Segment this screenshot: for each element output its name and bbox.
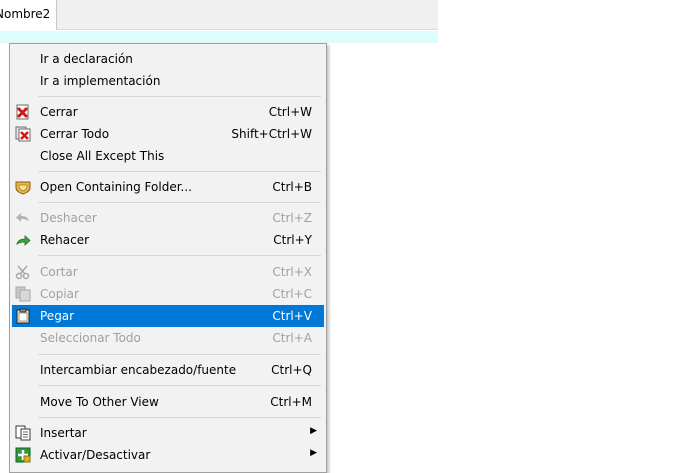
menu-item-shortcut: Ctrl+Y — [273, 233, 312, 247]
menu-item-label: Cerrar Todo — [40, 127, 110, 141]
menu-item-shortcut: Ctrl+M — [270, 395, 312, 409]
menu-item-shortcut: Ctrl+Q — [271, 363, 312, 377]
menu-item-label: Intercambiar encabezado/fuente — [40, 363, 237, 377]
menu-item-label: Rehacer — [40, 233, 90, 247]
toggle-icon — [15, 447, 31, 463]
menu-item-label: Ir a declaración — [40, 52, 133, 66]
tab-label: Nombre2 — [0, 7, 51, 21]
menu-item-label: Move To Other View — [40, 395, 159, 409]
menu-item-deshacer[interactable]: Deshacer Ctrl+Z — [12, 207, 324, 229]
menu-item-cortar[interactable]: Cortar Ctrl+X — [12, 261, 324, 283]
menu-item-shortcut: Ctrl+W — [268, 105, 312, 119]
menu-item-copiar[interactable]: Copiar Ctrl+C — [12, 283, 324, 305]
menu-item-move-other-view[interactable]: Move To Other View Ctrl+M — [12, 391, 324, 413]
menu-item-label: Ir a implementación — [40, 74, 161, 88]
menu-item-label: Activar/Desactivar — [40, 448, 151, 462]
menu-separator — [38, 417, 321, 418]
menu-separator — [38, 255, 321, 256]
menu-item-shortcut: Ctrl+A — [272, 331, 312, 345]
paste-icon — [16, 308, 30, 324]
menu-item-label: Seleccionar Todo — [40, 331, 141, 345]
menu-item-open-containing-folder[interactable]: Open Containing Folder... Ctrl+B — [12, 176, 324, 198]
menu-separator — [38, 171, 321, 172]
submenu-arrow-icon: ▶ — [310, 426, 317, 436]
context-menu: Ir a declaración Ir a implementación Cer… — [9, 43, 327, 473]
menu-item-label: Cortar — [40, 265, 78, 279]
tab-bar: Nombre2 — [0, 0, 438, 30]
undo-icon — [16, 213, 29, 222]
insert-icon — [15, 425, 31, 441]
close-doc-icon — [16, 104, 29, 120]
menu-item-cerrar[interactable]: Cerrar Ctrl+W — [12, 101, 324, 123]
editor-area[interactable] — [0, 31, 438, 43]
menu-item-label: Pegar — [40, 309, 75, 323]
menu-item-ir-implementacion[interactable]: Ir a implementación — [12, 70, 324, 92]
menu-item-label: Insertar — [40, 426, 87, 440]
menu-item-pegar[interactable]: Pegar Ctrl+V — [12, 305, 324, 327]
menu-item-label: Cerrar — [40, 105, 78, 119]
menu-separator — [38, 354, 321, 355]
menu-separator — [38, 385, 321, 386]
folder-icon — [15, 181, 31, 195]
menu-item-activar-desactivar[interactable]: Activar/Desactivar ▶ — [12, 444, 324, 466]
menu-item-shortcut: Ctrl+V — [272, 309, 312, 323]
menu-item-close-all-except[interactable]: Close All Except This — [12, 145, 324, 167]
tab-nombre2[interactable]: Nombre2 — [0, 0, 57, 30]
menu-item-label: Copiar — [40, 287, 79, 301]
menu-item-label: Deshacer — [40, 211, 97, 225]
menu-item-shortcut: Ctrl+C — [272, 287, 312, 301]
cut-icon — [15, 265, 30, 280]
menu-item-insertar[interactable]: Insertar ▶ — [12, 422, 324, 444]
menu-item-label: Close All Except This — [40, 149, 165, 163]
submenu-arrow-icon: ▶ — [310, 448, 317, 458]
menu-item-cerrar-todo[interactable]: Cerrar Todo Shift+Ctrl+W — [12, 123, 324, 145]
menu-item-shortcut: Ctrl+B — [272, 180, 312, 194]
menu-item-label: Open Containing Folder... — [40, 180, 192, 194]
menu-item-seleccionar-todo[interactable]: Seleccionar Todo Ctrl+A — [12, 327, 324, 349]
menu-item-intercambiar[interactable]: Intercambiar encabezado/fuente Ctrl+Q — [12, 359, 324, 381]
redo-icon — [16, 235, 31, 246]
menu-item-rehacer[interactable]: Rehacer Ctrl+Y — [12, 229, 324, 251]
menu-item-shortcut: Ctrl+X — [272, 265, 312, 279]
menu-separator — [38, 202, 321, 203]
menu-item-shortcut: Ctrl+Z — [272, 211, 312, 225]
menu-separator — [38, 96, 321, 97]
menu-item-shortcut: Shift+Ctrl+W — [231, 127, 312, 141]
menu-item-ir-declaracion[interactable]: Ir a declaración — [12, 48, 324, 70]
copy-icon — [15, 286, 31, 302]
close-all-icon — [15, 126, 31, 142]
